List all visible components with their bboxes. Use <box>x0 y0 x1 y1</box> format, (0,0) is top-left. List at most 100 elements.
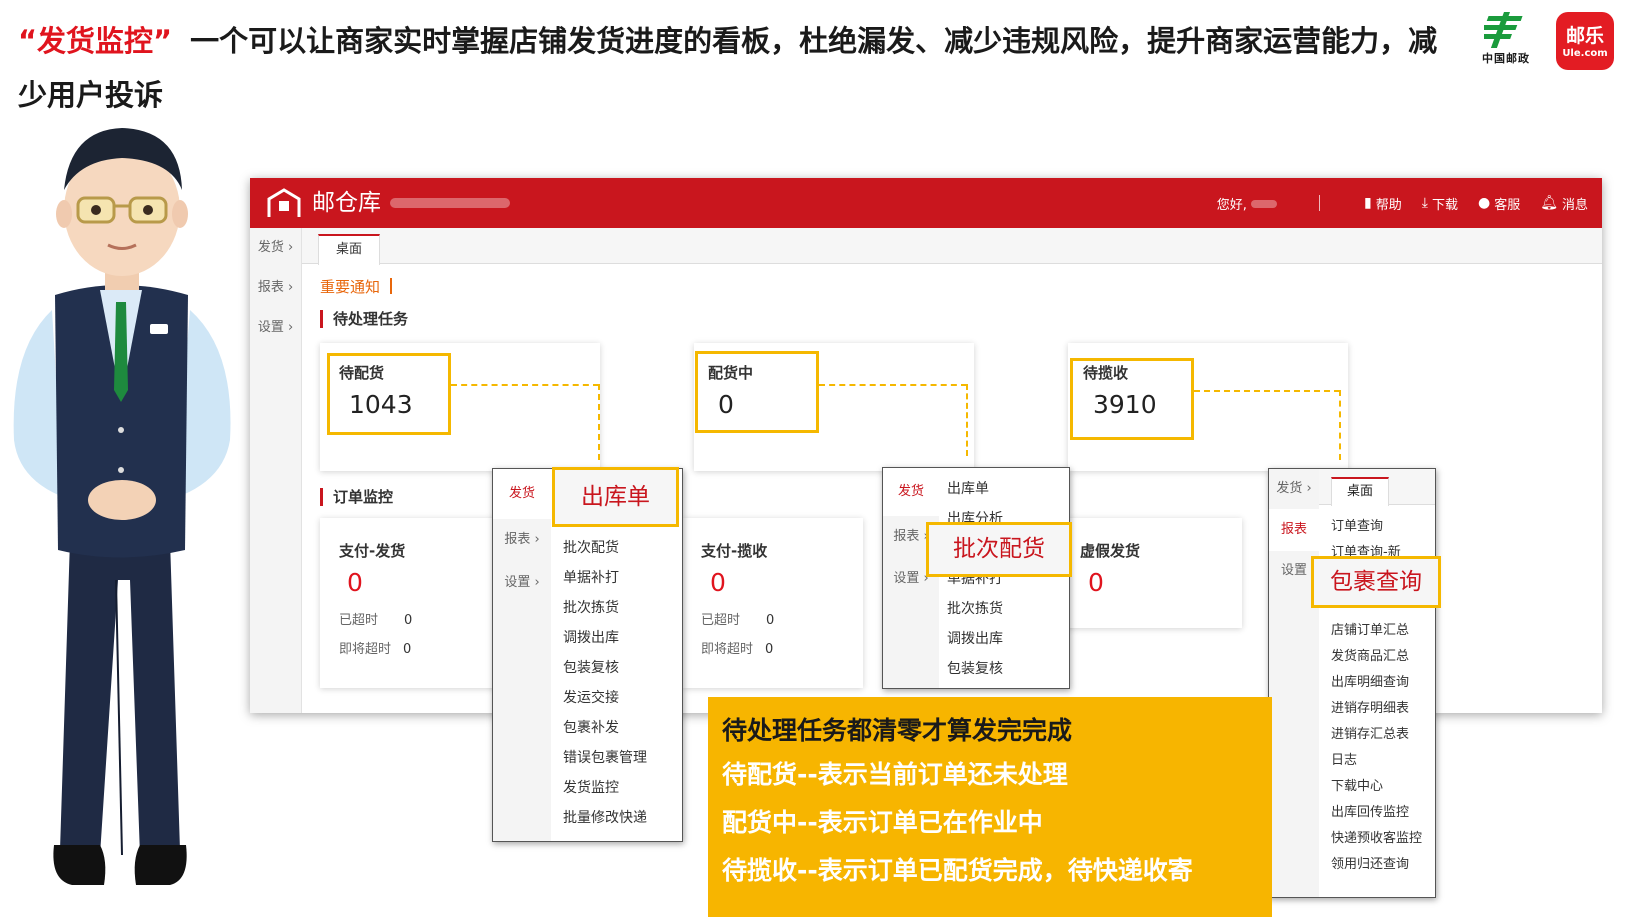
popup-side-settings[interactable]: 设置 › <box>493 561 551 605</box>
menu-item[interactable]: 调拨出库 <box>947 628 1003 648</box>
menu-item[interactable]: 进销存明细表 <box>1331 697 1409 716</box>
menu-item[interactable]: 出库单 <box>947 478 989 498</box>
callout-batch-allocation[interactable]: 批次配货 <box>926 522 1072 577</box>
fake-ship-value: 0 <box>1088 568 1104 597</box>
menu-item[interactable]: 调拨出库 <box>563 627 619 647</box>
popup-sidebar: 发货 › 报表 设置 <box>1269 469 1319 897</box>
tab-bar: 桌面 <box>302 228 1602 265</box>
pay-pickup-value: 0 <box>710 568 726 597</box>
header-nav: 您好, ▮ 帮助 ⤓ 下载 ● 客服 🔔︎ 消息 <box>1217 178 1588 228</box>
pay-pickup-label: 支付-揽收 <box>701 542 768 560</box>
download-link[interactable]: ⤓ 下载 <box>1422 194 1458 213</box>
explanation-note: 待处理任务都清零才算发完完成 待配货--表示当前订单还未处理 配货中--表示订单… <box>708 697 1272 917</box>
pay-ship-overdue: 已超时 0 <box>339 609 412 628</box>
menu-item[interactable]: 店铺订单汇总 <box>1331 619 1409 638</box>
callout-outbound-order[interactable]: 出库单 <box>552 467 679 527</box>
menu-item[interactable]: 快递预收客监控 <box>1331 827 1422 846</box>
sidebar-item-settings[interactable]: 设置 › <box>250 308 301 348</box>
blurred-username <box>1251 199 1278 208</box>
popup-side-ship[interactable]: 发货 <box>883 468 939 516</box>
soon-label: 即将超时 <box>701 642 754 657</box>
menu-item[interactable]: 发运交接 <box>563 687 619 707</box>
ule-logo-sub: Ule.com <box>1562 48 1608 59</box>
menu-item[interactable]: 批次配货 <box>563 537 619 557</box>
greeting-text: 您好, <box>1216 194 1278 213</box>
soon-value: 0 <box>765 642 774 657</box>
popup-tab-desktop[interactable]: 桌面 <box>1331 477 1389 506</box>
allocating-label: 配货中 <box>708 364 754 382</box>
menu-item[interactable]: 单据补打 <box>563 567 619 587</box>
menu-item[interactable]: 出库回传监控 <box>1331 801 1409 820</box>
fake-ship-label: 虚假发货 <box>1080 542 1141 560</box>
china-post-logo: 中国邮政 <box>1474 12 1538 70</box>
help-link[interactable]: ▮ 帮助 <box>1364 194 1402 213</box>
header-divider <box>1319 195 1321 211</box>
to-allocate-label: 待配货 <box>339 364 385 382</box>
menu-item[interactable]: 包装复核 <box>947 658 1003 678</box>
soon-label: 即将超时 <box>339 642 392 657</box>
menu-item[interactable]: 下载中心 <box>1331 775 1383 794</box>
menu-item[interactable]: 发货商品汇总 <box>1331 645 1409 664</box>
note-line: 配货中--表示订单已在作业中 <box>722 808 1043 837</box>
note-heading: 待处理任务都清零才算发完完成 <box>722 716 1073 745</box>
connector-line <box>819 384 967 386</box>
overdue-label: 已超时 <box>339 613 379 628</box>
connector-line <box>1339 390 1341 460</box>
menu-item[interactable]: 包裹补发 <box>563 717 619 737</box>
sidebar-item-report[interactable]: 报表 › <box>250 268 301 308</box>
user-icon: ● <box>1477 195 1491 211</box>
overdue-value: 0 <box>766 613 775 628</box>
greeting-label: 您好, <box>1216 197 1247 213</box>
popup-side-report[interactable]: 报表 <box>1269 509 1319 551</box>
order-monitor-title: 订单监控 <box>320 488 393 506</box>
pay-ship-label: 支付-发货 <box>339 542 406 560</box>
warehouse-home-icon <box>267 188 301 217</box>
popup-menu-ship-2: 发货 报表 › 设置 › 出库单 出库分析 单据补打 批次拣货 调拨出库 包装复… <box>882 467 1070 689</box>
popup-side-report[interactable]: 报表 › <box>493 519 551 561</box>
popup-sidebar: 发货 报表 › 设置 › <box>493 469 551 841</box>
menu-item[interactable]: 日志 <box>1331 749 1357 768</box>
download-icon: ⤓ <box>1421 195 1428 211</box>
menu-item[interactable]: 领用归还查询 <box>1331 853 1409 872</box>
download-label: 下载 <box>1431 197 1458 213</box>
connector-line <box>1194 390 1340 392</box>
message-link[interactable]: 🔔︎ 消息 <box>1540 194 1588 213</box>
menu-item[interactable]: 进销存汇总表 <box>1331 723 1409 742</box>
app-name: 邮仓库 <box>312 190 381 216</box>
important-notice[interactable]: 重要通知 <box>320 276 393 297</box>
popup-side-ship[interactable]: 发货 <box>493 469 551 519</box>
menu-item[interactable]: 发货监控 <box>563 777 619 797</box>
message-label: 消息 <box>1561 197 1588 213</box>
to-allocate-value: 1043 <box>349 390 413 419</box>
callout-parcel-query[interactable]: 包裹查询 <box>1311 556 1441 608</box>
awaiting-pickup-label: 待揽收 <box>1083 364 1129 382</box>
note-line: 待配货--表示当前订单还未处理 <box>722 760 1068 789</box>
menu-item[interactable]: 订单查询 <box>1331 515 1383 534</box>
app-header: 邮仓库 您好, ▮ 帮助 ⤓ 下载 ● 客服 🔔︎ 消息 <box>250 178 1602 228</box>
popup-side-ship[interactable]: 发货 › <box>1269 469 1319 509</box>
pending-tasks-title: 待处理任务 <box>320 310 408 328</box>
menu-item[interactable]: 批次拣货 <box>947 598 1003 618</box>
connector-line <box>451 384 599 386</box>
connector-line <box>966 384 968 456</box>
slide-title: “发货监控” 一个可以让商家实时掌握店铺发货进度的看板，杜绝漏发、减少违规风险，提… <box>18 14 1438 122</box>
sidebar-item-ship[interactable]: 发货 › <box>250 228 301 268</box>
menu-item[interactable]: 出库明细查询 <box>1331 671 1409 690</box>
menu-item[interactable]: 包装复核 <box>563 657 619 677</box>
pay-ship-soon: 即将超时 0 <box>339 638 411 657</box>
connector-line <box>598 384 600 460</box>
china-post-logo-text: 中国邮政 <box>1482 52 1530 65</box>
allocating-value: 0 <box>718 390 734 419</box>
popup-menu-report: 发货 › 报表 设置 桌面 订单查询 订单查询-新 店铺订单汇总 发货商品汇总 … <box>1268 468 1436 898</box>
menu-item[interactable]: 批量修改快递 <box>563 807 647 827</box>
tab-desktop[interactable]: 桌面 <box>318 234 380 265</box>
book-icon: ▮ <box>1364 195 1372 211</box>
popup-sidebar: 发货 报表 › 设置 › <box>883 468 939 688</box>
note-line: 待揽收--表示订单已配货完成，待快递收寄 <box>722 856 1193 885</box>
service-link[interactable]: ● 客服 <box>1478 194 1520 213</box>
menu-item[interactable]: 批次拣货 <box>563 597 619 617</box>
service-label: 客服 <box>1494 197 1521 213</box>
soon-value: 0 <box>403 642 412 657</box>
menu-item[interactable]: 错误包裹管理 <box>563 747 647 767</box>
notice-cursor <box>390 278 393 294</box>
